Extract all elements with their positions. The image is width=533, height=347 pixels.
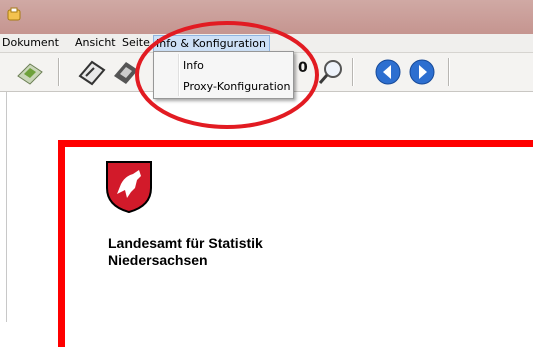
org-line-2: Niedersachsen bbox=[108, 252, 208, 268]
forward-icon[interactable] bbox=[406, 56, 438, 88]
menu-seite[interactable]: Seite bbox=[122, 36, 150, 50]
dropdown-gutter bbox=[178, 54, 180, 96]
crest-icon bbox=[106, 161, 152, 214]
back-icon[interactable] bbox=[372, 56, 404, 88]
save-icon[interactable] bbox=[110, 56, 142, 88]
toolbar-separator bbox=[352, 58, 354, 86]
edit-icon[interactable] bbox=[76, 56, 108, 88]
app-icon bbox=[7, 7, 21, 21]
svg-text:0: 0 bbox=[298, 60, 308, 76]
menu-ansicht[interactable]: Ansicht bbox=[75, 36, 116, 50]
title-bar bbox=[0, 0, 533, 34]
dropdown-item-proxy-konfiguration[interactable]: Proxy-Konfiguration bbox=[183, 80, 291, 93]
send-icon[interactable] bbox=[14, 56, 46, 88]
organization-name: Landesamt für Statistik Niedersachsen bbox=[108, 235, 263, 269]
zoom-icon[interactable] bbox=[316, 56, 348, 88]
dropdown-item-info[interactable]: Info bbox=[183, 59, 204, 72]
toolbar-separator bbox=[58, 58, 60, 86]
menu-dokument[interactable]: Dokument bbox=[2, 36, 59, 50]
org-line-1: Landesamt für Statistik bbox=[108, 235, 263, 251]
document-viewer[interactable] bbox=[0, 92, 533, 347]
dropdown-menu: Info Proxy-Konfiguration bbox=[153, 51, 294, 99]
viewer-border bbox=[6, 92, 7, 322]
toolbar-separator bbox=[448, 58, 450, 86]
